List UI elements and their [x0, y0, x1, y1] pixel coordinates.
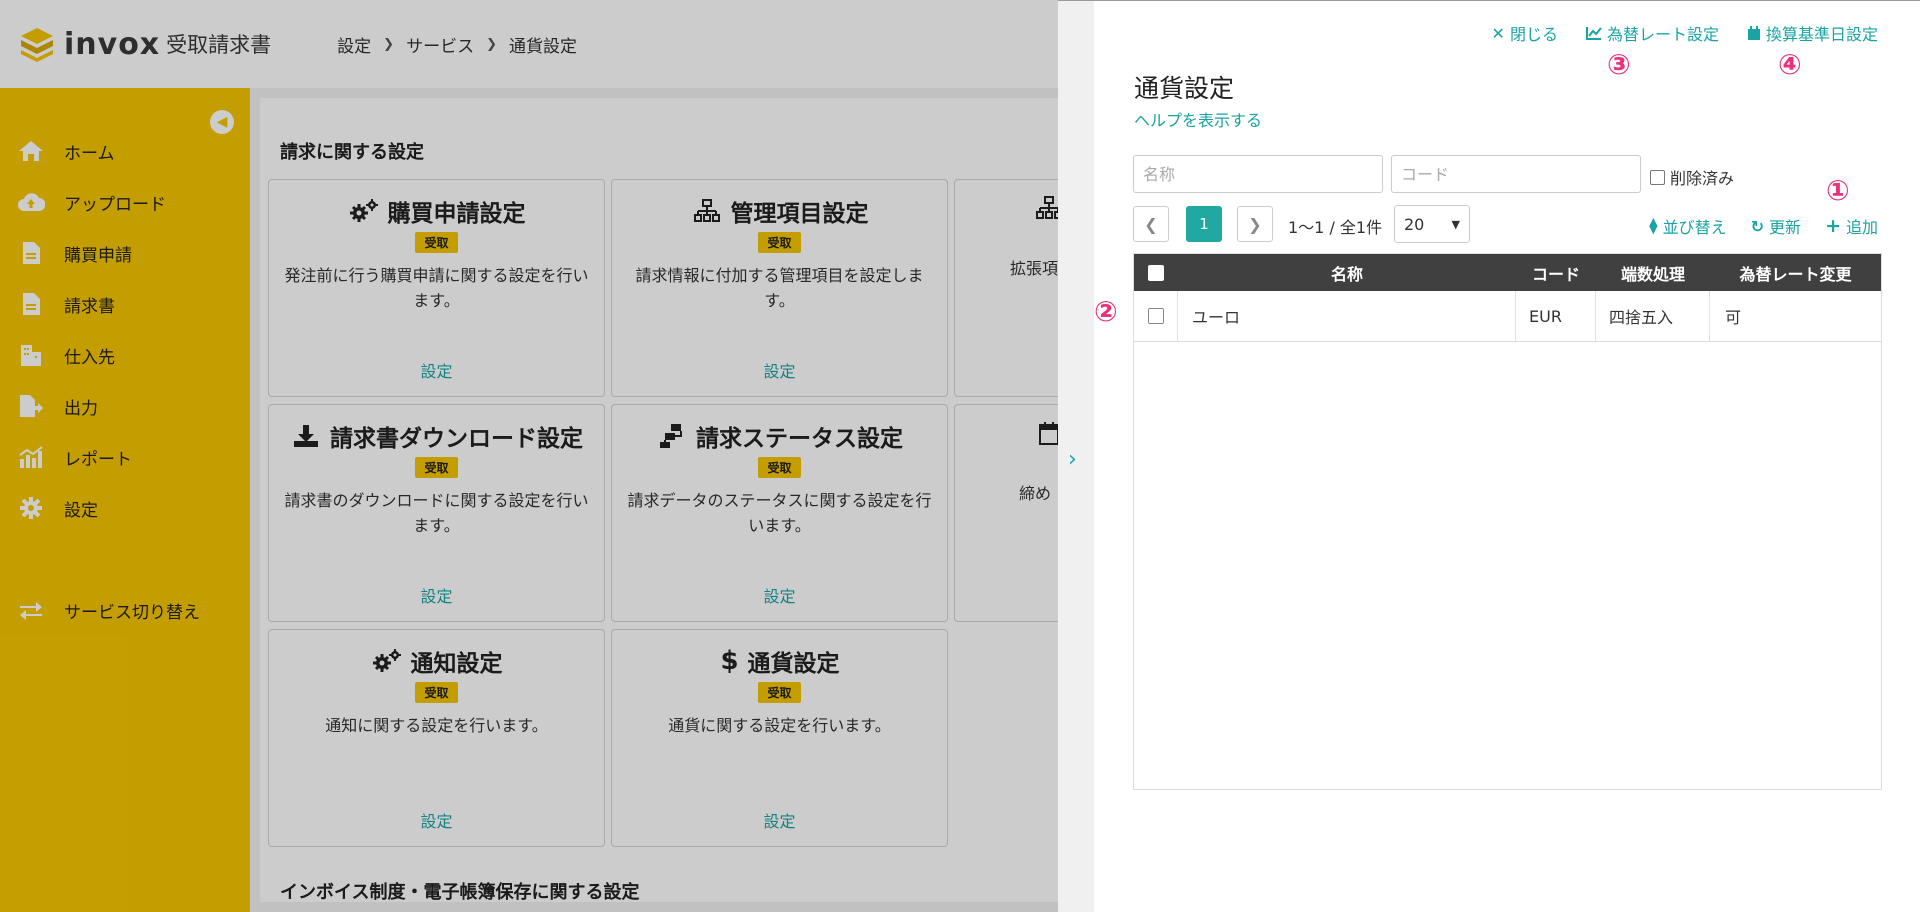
- column-header-name[interactable]: 名称: [1178, 254, 1516, 291]
- deleted-filter-checkbox[interactable]: 削除済み: [1650, 165, 1734, 189]
- caret-down-icon: ▼: [1451, 217, 1460, 231]
- select-all-checkbox[interactable]: [1148, 264, 1164, 281]
- calendar-icon: [1747, 25, 1760, 40]
- row-select-cell: [1134, 291, 1178, 341]
- deleted-label: 削除済み: [1670, 169, 1735, 188]
- panel-expand-strip[interactable]: ›: [1058, 0, 1094, 912]
- add-label: 追加: [1845, 218, 1878, 237]
- refresh-icon: ↻: [1750, 216, 1765, 236]
- line-chart-icon: [1585, 27, 1602, 40]
- select-all-cell: [1134, 254, 1178, 291]
- chevron-right-icon: ›: [1068, 447, 1077, 472]
- chevron-right-icon: ❯: [1248, 214, 1262, 234]
- close-label: 閉じる: [1509, 25, 1558, 44]
- name-search-input[interactable]: [1133, 155, 1383, 193]
- help-link[interactable]: ヘルプを表示する: [1134, 107, 1262, 131]
- plus-icon: +: [1825, 215, 1841, 237]
- page-size-value: 20: [1404, 214, 1425, 234]
- close-button[interactable]: ✕ 閉じる: [1492, 21, 1558, 45]
- prev-page-button[interactable]: ❮: [1133, 206, 1169, 242]
- row-checkbox[interactable]: [1147, 308, 1164, 324]
- panel-title: 通貨設定: [1134, 74, 1235, 103]
- current-page-button[interactable]: 1: [1186, 206, 1222, 242]
- cell-name: ユーロ: [1178, 291, 1516, 341]
- annotation-marker-1: ①: [1826, 174, 1850, 207]
- currency-settings-panel: ✕ 閉じる 為替レート設定 換算基準日設定 ③ ④ 通貨設定 ヘルプを表示する …: [1094, 0, 1920, 912]
- annotation-marker-3: ③: [1607, 48, 1631, 81]
- cell-fx-change: 可: [1725, 308, 1742, 327]
- column-header-code[interactable]: コード: [1516, 254, 1596, 291]
- cell-code: EUR: [1516, 291, 1596, 341]
- refresh-label: 更新: [1769, 218, 1802, 237]
- modal-backdrop[interactable]: [0, 0, 1058, 912]
- sort-button[interactable]: ▲ ▼ 並び替え: [1649, 214, 1726, 238]
- next-page-button[interactable]: ❯: [1237, 206, 1273, 242]
- sort-label: 並び替え: [1662, 218, 1727, 237]
- add-button[interactable]: + 追加: [1825, 214, 1878, 238]
- code-search-input[interactable]: [1391, 155, 1641, 193]
- page-info: 1〜1 / 全1件: [1288, 218, 1383, 237]
- cell-rounding: 四捨五入: [1596, 291, 1710, 341]
- close-icon: ✕: [1491, 23, 1505, 43]
- annotation-marker-4: ④: [1778, 48, 1802, 81]
- grid-header: 名称 コード 端数処理 為替レート変更: [1134, 254, 1881, 291]
- chevron-left-icon: ❮: [1144, 214, 1158, 234]
- column-header-rounding[interactable]: 端数処理: [1596, 254, 1710, 291]
- checkbox-box[interactable]: [1650, 169, 1665, 185]
- base-date-settings-button[interactable]: 換算基準日設定: [1747, 21, 1878, 45]
- page-size-select[interactable]: 20 ▼: [1394, 205, 1470, 243]
- panel-toolbar: ✕ 閉じる 為替レート設定 換算基準日設定: [1492, 21, 1878, 45]
- table-row[interactable]: ユーロ EUR 四捨五入 可: [1134, 291, 1881, 342]
- currency-grid: 名称 コード 端数処理 為替レート変更 ユーロ EUR 四捨五入 可: [1133, 253, 1882, 790]
- fx-rate-settings-label: 為替レート設定: [1606, 25, 1719, 44]
- column-header-fx-change[interactable]: 為替レート変更: [1710, 254, 1881, 291]
- sort-icon: ▲ ▼: [1649, 215, 1658, 236]
- annotation-marker-2: ②: [1094, 295, 1118, 328]
- refresh-button[interactable]: ↻ 更新: [1751, 214, 1801, 238]
- fx-rate-settings-button[interactable]: 為替レート設定: [1585, 21, 1719, 45]
- grid-actions: ▲ ▼ 並び替え ↻ 更新 + 追加: [1649, 214, 1878, 238]
- base-date-settings-label: 換算基準日設定: [1765, 25, 1878, 44]
